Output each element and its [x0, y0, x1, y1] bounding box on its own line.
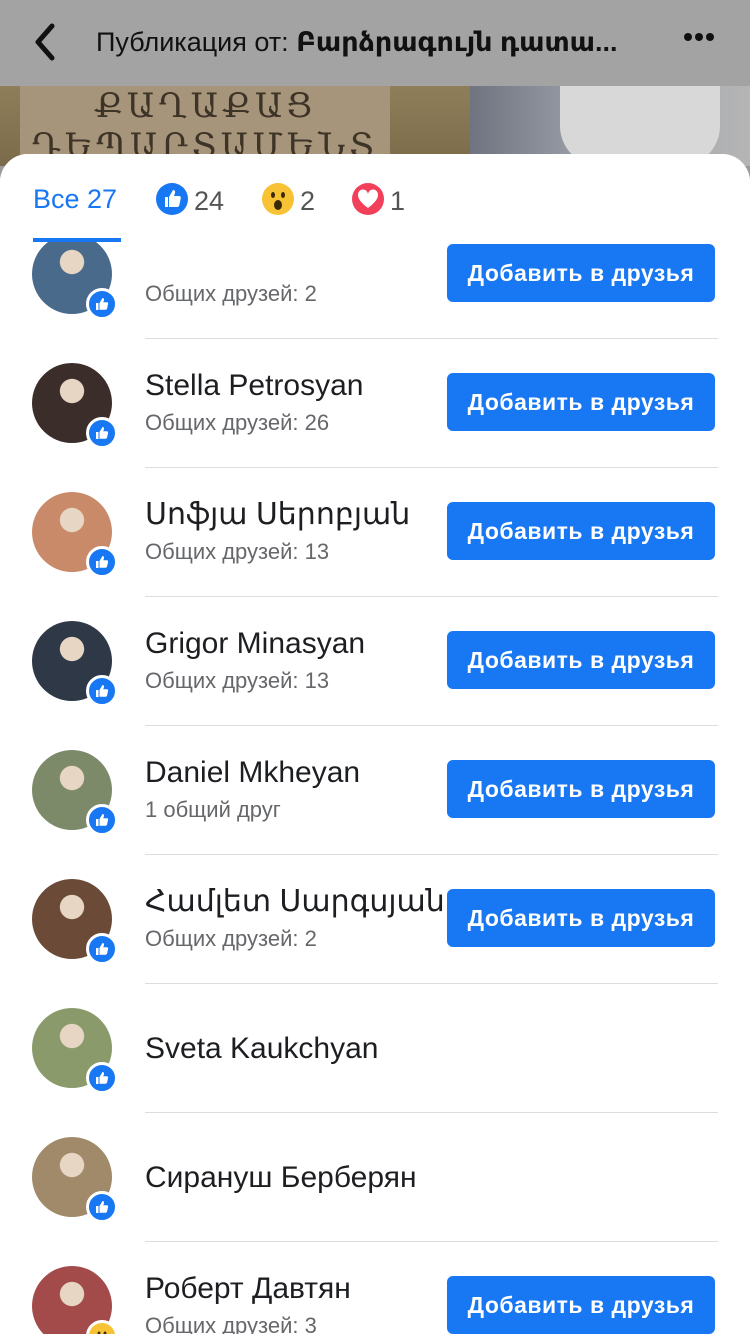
like-icon: [156, 182, 188, 215]
like-reaction-badge-icon: [86, 417, 118, 449]
add-friend-button[interactable]: Добавить в друзья: [447, 502, 715, 560]
list-item[interactable]: Sveta Kaukchyan: [0, 984, 750, 1113]
list-item[interactable]: Համլետ Սարգսյան Общих друзей: 2 Добавить в…: [0, 855, 750, 984]
like-reaction-badge-icon: [86, 288, 118, 320]
people-list[interactable]: Общих друзей: 2 Добавить в друзья Stella P…: [0, 154, 750, 1334]
person-name[interactable]: Stella Petrosyan: [145, 367, 445, 405]
wow-count: 2: [300, 185, 316, 216]
like-reaction-badge-icon: [86, 1191, 118, 1223]
like-reaction-badge-icon: [86, 933, 118, 965]
tab-love[interactable]: 1: [352, 178, 405, 220]
list-item[interactable]: Grigor Minasyan Общих друзей: 13 Добавить …: [0, 597, 750, 726]
mutual-friends: Общих друзей: 3: [145, 1313, 317, 1334]
list-item[interactable]: Stella Petrosyan Общих друзей: 26 Добавить…: [0, 339, 750, 468]
like-reaction-badge-icon: [86, 804, 118, 836]
mutual-friends: Общих друзей: 13: [145, 539, 330, 564]
top-bar: Публикация от: Բարձրագույն դատա...: [0, 0, 750, 86]
person-name[interactable]: Sveta Kaukchyan: [145, 1030, 445, 1068]
heart-icon: [352, 182, 384, 215]
add-friend-button[interactable]: Добавить в друзья: [447, 1276, 715, 1334]
add-friend-button[interactable]: Добавить в друзья: [447, 244, 715, 302]
mutual-friends: Общих друзей: 2: [145, 281, 317, 306]
person-name[interactable]: Համլետ Սարգսյան: [145, 883, 445, 921]
list-item[interactable]: Սոֆյա Սերոբյան Общих друзей: 13 Добавить в…: [0, 468, 750, 597]
love-count: 1: [390, 185, 406, 216]
person-name[interactable]: Роберт Давтян: [145, 1270, 445, 1308]
add-friend-button[interactable]: Добавить в друзья: [447, 760, 715, 818]
like-reaction-badge-icon: [86, 675, 118, 707]
tab-all[interactable]: Все 27: [33, 178, 117, 220]
list-item[interactable]: Daniel Mkheyan 1 общий друг Добавить в дру…: [0, 726, 750, 855]
like-count: 24: [194, 185, 225, 216]
add-friend-button[interactable]: Добавить в друзья: [447, 373, 715, 431]
like-reaction-badge-icon: [86, 1062, 118, 1094]
back-button[interactable]: [26, 20, 66, 64]
reactions-sheet: Общих друзей: 2 Добавить в друзья Stella P…: [0, 154, 750, 1334]
person-name[interactable]: Սոֆյա Սերոբյան: [145, 496, 445, 534]
mutual-friends: 1 общий друг: [145, 797, 281, 822]
like-reaction-badge-icon: [86, 546, 118, 578]
list-item[interactable]: Сирануш Берберян: [0, 1113, 750, 1242]
reaction-tabs: Все 27 24 2 1: [0, 154, 750, 242]
person-name[interactable]: Сирануш Берберян: [145, 1159, 445, 1197]
person-name[interactable]: Grigor Minasyan: [145, 625, 445, 663]
title-author: Բարձրագույն դատա...: [296, 27, 618, 57]
wow-icon: [262, 182, 294, 215]
tab-like[interactable]: 24: [156, 178, 224, 220]
mutual-friends: Общих друзей: 13: [145, 668, 330, 693]
mutual-friends: Общих друзей: 26: [145, 410, 330, 435]
more-button[interactable]: [684, 28, 724, 52]
mutual-friends: Общих друзей: 2: [145, 926, 317, 951]
add-friend-button[interactable]: Добавить в друзья: [447, 631, 715, 689]
tab-wow[interactable]: 2: [262, 178, 315, 220]
add-friend-button[interactable]: Добавить в друзья: [447, 889, 715, 947]
chevron-left-icon: [35, 23, 55, 61]
list-item[interactable]: Роберт Давтян Общих друзей: 3 Добавить в д…: [0, 1242, 750, 1334]
person-name[interactable]: Daniel Mkheyan: [145, 754, 445, 792]
tab-all-underline: [33, 238, 121, 242]
more-dots-icon: [684, 33, 692, 41]
title-prefix: Публикация от:: [96, 27, 289, 57]
sign-line-1: ՔԱՂԱՔԱՑ: [94, 86, 316, 126]
page-title: Публикация от: Բարձրագույն դատա...: [96, 22, 666, 62]
